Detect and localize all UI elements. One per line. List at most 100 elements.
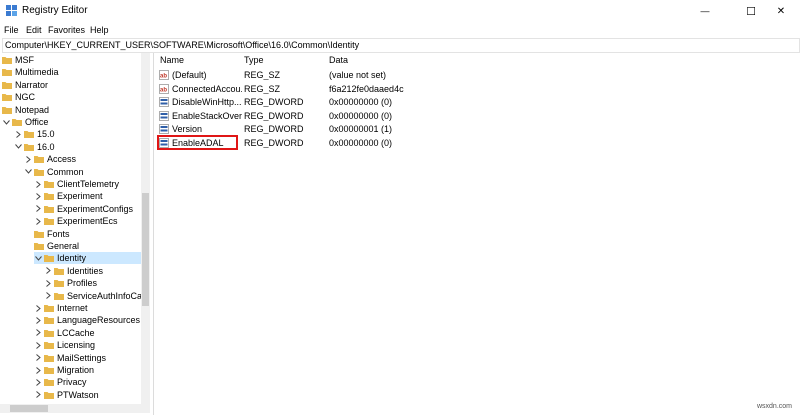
tree-item[interactable]: 15.0 <box>14 128 55 140</box>
folder-icon <box>2 68 12 77</box>
tree-item[interactable]: ServiceAuthInfoCache <box>44 290 150 302</box>
value-row[interactable]: ab ConnectedAccou... REG_SZ f6a212fe0daaed4… <box>156 83 556 96</box>
tree-item-label: ServiceAuthInfoCache <box>67 290 150 301</box>
tree-item[interactable]: Notepad <box>2 104 49 116</box>
tree-item-label: Experiment <box>57 191 103 202</box>
value-row[interactable]: ab (Default) REG_SZ (value not set) <box>156 69 556 82</box>
chevron-down-icon[interactable] <box>24 166 32 178</box>
menu-bar: File Edit Favorites Help <box>0 22 800 38</box>
chevron-right-icon[interactable] <box>44 277 52 289</box>
tree-item[interactable]: ClientTelemetry <box>34 178 119 190</box>
value-name: (Default) <box>172 70 207 80</box>
tree-item[interactable]: Privacy <box>34 376 87 388</box>
value-data: 0x00000001 (1) <box>329 124 393 134</box>
value-type: REG_SZ <box>244 70 281 80</box>
close-button[interactable]: ✕ <box>762 0 800 22</box>
chevron-right-icon[interactable] <box>34 178 42 190</box>
tree-item[interactable]: PTWatson <box>34 389 99 401</box>
tree-item[interactable]: Identity <box>34 252 144 265</box>
menu-edit[interactable]: Edit <box>26 25 42 35</box>
value-list: Name Type Data ab (Default) REG_SZ (value n… <box>156 53 800 415</box>
tree-item[interactable]: LanguageResources <box>34 314 140 326</box>
chevron-right-icon[interactable] <box>34 376 42 388</box>
tree-item-label: Identity <box>57 253 87 264</box>
chevron-right-icon[interactable] <box>14 128 22 140</box>
tree-item[interactable]: ExperimentEcs <box>34 215 118 227</box>
tree-item[interactable]: Office <box>2 116 48 128</box>
tree-item[interactable]: Licensing <box>34 339 95 351</box>
column-header-type[interactable]: Type <box>244 55 264 67</box>
address-bar[interactable]: Computer\HKEY_CURRENT_USER\SOFTWARE\Micr… <box>2 38 800 53</box>
tree-item-label: General <box>47 241 80 251</box>
tree-item[interactable]: Internet <box>34 302 88 314</box>
tree-item[interactable]: Experiment <box>34 190 103 202</box>
tree-horizontal-scrollbar[interactable] <box>0 404 150 413</box>
tree-item[interactable]: MailSettings <box>34 352 106 364</box>
chevron-right-icon[interactable] <box>44 265 52 277</box>
chevron-right-icon[interactable] <box>34 190 42 202</box>
tree-item[interactable]: Access <box>24 153 76 165</box>
folder-icon <box>44 304 54 312</box>
chevron-down-icon[interactable] <box>14 141 22 153</box>
menu-help[interactable]: Help <box>90 25 109 35</box>
dword-value-icon <box>159 110 169 121</box>
tree-item[interactable]: General <box>34 240 79 252</box>
tree-item[interactable]: Common <box>24 166 84 178</box>
tree-item[interactable]: Migration <box>34 364 94 376</box>
tree-item-label: Profiles <box>67 278 98 289</box>
tree-item[interactable]: Narrator <box>2 79 48 91</box>
chevron-right-icon[interactable] <box>34 302 42 314</box>
window-title: Registry Editor <box>22 5 88 16</box>
tree-item[interactable]: Fonts <box>34 228 70 240</box>
minimize-button[interactable]: — <box>686 0 724 22</box>
chevron-right-icon[interactable] <box>34 364 42 376</box>
tree-scroll-thumb[interactable] <box>142 193 149 306</box>
tree-item-label: Narrator <box>15 79 49 90</box>
value-row[interactable]: EnableStackOver... REG_DWORD 0x00000000 (0… <box>156 110 556 123</box>
tree-item[interactable]: Identities <box>44 265 103 277</box>
pane-splitter[interactable] <box>153 53 154 415</box>
tree-item[interactable]: ExperimentConfigs <box>34 203 133 215</box>
tree-item[interactable]: Multimedia <box>2 66 59 78</box>
chevron-right-icon[interactable] <box>34 352 42 364</box>
folder-icon <box>44 329 54 337</box>
chevron-right-icon[interactable] <box>34 327 42 339</box>
folder-icon <box>44 254 54 263</box>
chevron-right-icon[interactable] <box>24 153 32 165</box>
tree-item-label: MSF <box>15 55 34 65</box>
column-header-name[interactable]: Name <box>160 55 184 67</box>
tree-hscroll-thumb[interactable] <box>10 405 48 412</box>
menu-favorites[interactable]: Favorites <box>48 25 85 35</box>
tree-item-label: NGC <box>15 92 35 103</box>
chevron-right-icon[interactable] <box>44 290 52 302</box>
chevron-right-icon[interactable] <box>34 389 42 401</box>
tree-item[interactable]: Profiles <box>44 277 97 289</box>
tree-item-label: PTWatson <box>57 389 99 400</box>
tree-item-label: Notepad <box>15 104 50 115</box>
value-name: EnableStackOver... <box>172 110 242 121</box>
chevron-right-icon[interactable] <box>34 215 42 227</box>
string-value-icon: ab <box>159 70 169 80</box>
value-data: f6a212fe0daaed4c <box>329 83 404 94</box>
rename-highlight-box[interactable] <box>157 134 238 150</box>
tree-vertical-scrollbar[interactable] <box>141 53 150 404</box>
tree-item[interactable]: NGC <box>2 91 35 103</box>
tree-item[interactable]: 16.0 <box>14 141 55 153</box>
chevron-down-icon[interactable] <box>34 252 42 264</box>
chevron-down-icon[interactable] <box>2 116 10 128</box>
value-row[interactable]: DisableWinHttp... REG_DWORD 0x00000000 (0) <box>156 96 556 109</box>
chevron-right-icon[interactable] <box>34 314 42 326</box>
column-header-data[interactable]: Data <box>329 55 348 67</box>
value-name: Version <box>172 124 203 134</box>
folder-icon <box>44 192 54 201</box>
chevron-right-icon[interactable] <box>34 203 42 215</box>
folder-icon <box>24 130 34 139</box>
tree-item-label: LCCache <box>57 327 95 338</box>
menu-file[interactable]: File <box>4 25 19 35</box>
dword-value-icon <box>159 97 169 107</box>
tree-item[interactable]: MSF <box>2 54 34 66</box>
tree-item-label: ExperimentEcs <box>57 216 118 227</box>
value-row[interactable]: EnableADAL REG_DWORD 0x00000000 (0) <box>156 134 556 150</box>
tree-item[interactable]: LCCache <box>34 327 95 339</box>
chevron-right-icon[interactable] <box>34 339 42 351</box>
